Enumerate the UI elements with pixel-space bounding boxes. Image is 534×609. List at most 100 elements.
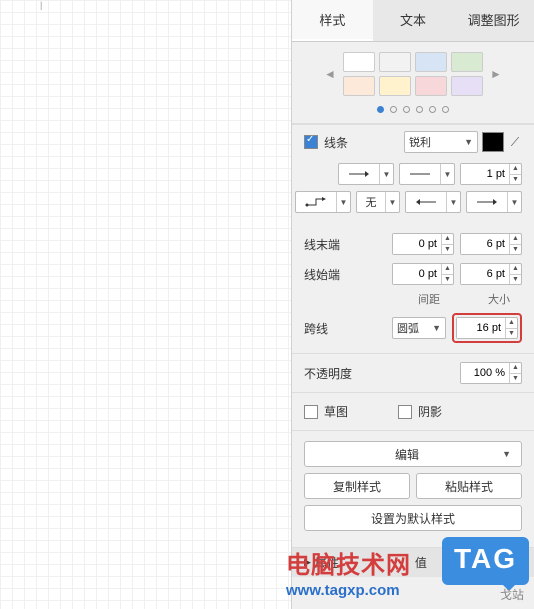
tab-adjust[interactable]: 调整图形 [453, 0, 534, 41]
line-controls: ▼ ▼ ▲▼ ▼ 无▼ ▼ ▼ [292, 159, 534, 229]
next-colors-icon[interactable]: ► [489, 67, 503, 81]
spin-up-icon[interactable]: ▲ [442, 264, 453, 275]
swatch[interactable] [379, 76, 411, 96]
canvas[interactable]: | [0, 0, 292, 609]
chevron-down-icon: ▼ [336, 192, 350, 212]
prop-value-label: 值 [415, 554, 427, 571]
spinner-input[interactable] [461, 234, 509, 254]
swatch-grid [343, 52, 483, 96]
tab-text[interactable]: 文本 [373, 0, 454, 41]
spinner-input[interactable] [457, 318, 505, 338]
spin-down-icon[interactable]: ▼ [510, 374, 521, 384]
line-label: 线条 [324, 134, 348, 151]
spinner-input[interactable] [393, 264, 441, 284]
spacing-header: 间距 [418, 291, 440, 307]
chevron-down-icon: ▼ [464, 137, 473, 147]
line-checkbox[interactable] [304, 135, 318, 149]
spin-up-icon[interactable]: ▲ [510, 234, 521, 245]
size-header: 大小 [488, 291, 510, 307]
arc-select[interactable]: 圆弧 ▼ [392, 317, 446, 339]
spin-down-icon[interactable]: ▼ [510, 175, 521, 185]
chevron-down-icon: ▼ [446, 192, 460, 212]
line-weight-input[interactable] [461, 164, 509, 184]
line-sharp-select[interactable]: 锐利▼ [404, 131, 478, 153]
swatch[interactable] [343, 76, 375, 96]
line-start-row: 线始端 ▲▼ ▲▼ [292, 259, 534, 289]
edit-button[interactable]: 编辑▼ [304, 441, 522, 467]
dot[interactable] [416, 106, 423, 113]
chevron-down-icon: ▼ [379, 164, 393, 184]
prev-colors-icon[interactable]: ◄ [323, 67, 337, 81]
line-start-label: 线始端 [304, 266, 344, 283]
sketch-label: 草图 [324, 403, 348, 420]
chevron-down-icon: ▼ [440, 164, 454, 184]
ruler-tick: | [40, 0, 42, 10]
spinner-input[interactable] [461, 363, 509, 383]
shadow-label: 阴影 [418, 403, 442, 420]
tabs: 样式 文本 调整图形 [292, 0, 534, 42]
line-toggle-row: 线条 锐利▼ ⟋ [292, 124, 534, 159]
spin-down-icon[interactable]: ▼ [442, 275, 453, 285]
watermark-url: www.tagxp.com [286, 582, 411, 599]
opacity-spinner[interactable]: ▲▼ [460, 362, 522, 384]
opacity-row: 不透明度 ▲▼ [292, 353, 534, 393]
spin-down-icon[interactable]: ▼ [510, 275, 521, 285]
spin-up-icon[interactable]: ▲ [510, 363, 521, 374]
chevron-down-icon: ▼ [385, 192, 399, 212]
dot[interactable] [429, 106, 436, 113]
swatch[interactable] [451, 52, 483, 72]
size-highlight: ▲▼ [452, 313, 522, 343]
line-color[interactable] [482, 132, 504, 152]
color-section: ◄ ► [292, 42, 534, 124]
sketch-checkbox[interactable] [304, 405, 318, 419]
dot[interactable] [403, 106, 410, 113]
swatch[interactable] [451, 76, 483, 96]
connector-type-select[interactable]: ▼ [295, 191, 351, 213]
dot[interactable] [442, 106, 449, 113]
dot[interactable] [390, 106, 397, 113]
line-end-label: 线末端 [304, 236, 344, 253]
properties-panel: 样式 文本 调整图形 ◄ ► [292, 0, 534, 609]
swatch[interactable] [415, 76, 447, 96]
arrow-end2-select[interactable]: ▼ [466, 191, 522, 213]
spin-up-icon[interactable]: ▲ [510, 264, 521, 275]
shadow-checkbox[interactable] [398, 405, 412, 419]
set-default-button[interactable]: 设置为默认样式 [304, 505, 522, 531]
waypoint-select[interactable]: 无▼ [356, 191, 400, 213]
spinner-input[interactable] [461, 264, 509, 284]
cross-size-spinner[interactable]: ▲▼ [456, 317, 518, 339]
dot[interactable] [377, 106, 384, 113]
end-spacing-spinner[interactable]: ▲▼ [392, 233, 454, 255]
copy-style-button[interactable]: 复制样式 [304, 473, 410, 499]
swatch[interactable] [415, 52, 447, 72]
watermark-title: 电脑技术网 [286, 545, 411, 580]
under-tag: 戈站 [500, 586, 524, 603]
effects-row: 草图 阴影 [292, 393, 534, 431]
arrow-start-select[interactable]: ▼ [405, 191, 461, 213]
reset-icon[interactable]: ⟋ [508, 132, 522, 152]
spin-down-icon[interactable]: ▼ [442, 245, 453, 255]
swatch[interactable] [379, 52, 411, 72]
tag-badge: TAG [442, 537, 529, 585]
line-style-select[interactable]: ▼ [399, 163, 455, 185]
paste-style-button[interactable]: 粘贴样式 [416, 473, 522, 499]
line-end-row: 线末端 ▲▼ ▲▼ [292, 229, 534, 259]
select-value: 圆弧 [397, 320, 419, 336]
spinner-input[interactable] [393, 234, 441, 254]
swatch[interactable] [343, 52, 375, 72]
spin-down-icon[interactable]: ▼ [510, 245, 521, 255]
spin-up-icon[interactable]: ▲ [506, 318, 517, 329]
spin-up-icon[interactable]: ▲ [510, 164, 521, 175]
spin-down-icon[interactable]: ▼ [506, 329, 517, 339]
end-size-spinner[interactable]: ▲▼ [460, 233, 522, 255]
start-spacing-spinner[interactable]: ▲▼ [392, 263, 454, 285]
start-size-spinner[interactable]: ▲▼ [460, 263, 522, 285]
chevron-down-icon: ▼ [432, 323, 441, 333]
chevron-down-icon: ▼ [507, 192, 521, 212]
watermark: 电脑技术网 www.tagxp.com [286, 545, 411, 599]
arrow-end-select[interactable]: ▼ [338, 163, 394, 185]
line-weight-spinner[interactable]: ▲▼ [460, 163, 522, 185]
opacity-label: 不透明度 [304, 365, 460, 382]
spin-up-icon[interactable]: ▲ [442, 234, 453, 245]
tab-style[interactable]: 样式 [292, 0, 373, 41]
